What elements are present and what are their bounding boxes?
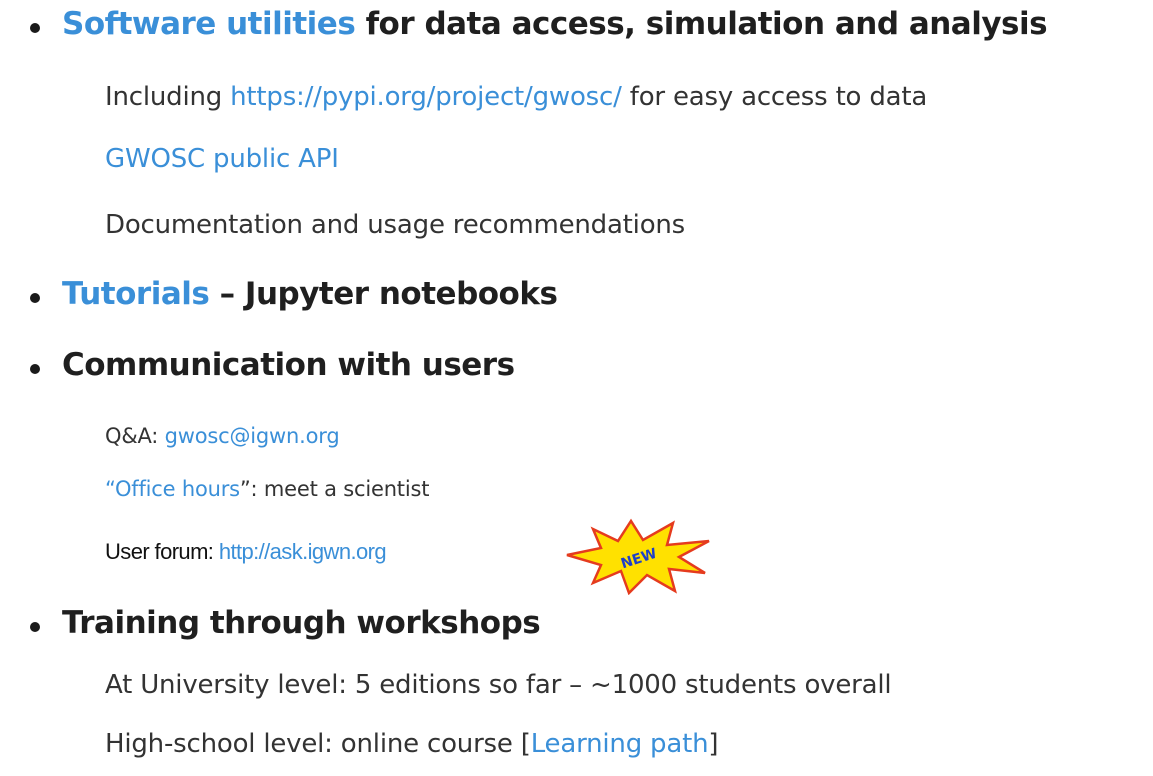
new-burst-icon: NEW: [566, 518, 710, 595]
pypi-gwosc-link[interactable]: https://pypi.org/project/gwosc/: [230, 82, 622, 112]
highschool-suffix: ]: [708, 729, 719, 759]
bullet-communication: Communication with users: [62, 347, 515, 383]
office-suffix: ”: meet a scientist: [239, 477, 430, 501]
including-prefix: Including: [105, 82, 231, 112]
slide: Software utilities for data access, simu…: [0, 0, 1153, 776]
bullet-training: Training through workshops: [62, 605, 541, 641]
bullet-dot: [30, 364, 40, 374]
sub-including: Including https://pypi.org/project/gwosc…: [105, 82, 927, 112]
sub-university: At University level: 5 editions so far –…: [105, 670, 892, 700]
bullet-tutorials-rest: – Jupyter notebooks: [209, 276, 558, 312]
including-suffix: for easy access to data: [621, 82, 928, 112]
university-text: At University level: 5 editions so far –…: [105, 670, 892, 700]
bullet-dot: [30, 622, 40, 632]
bullet-communication-text: Communication with users: [62, 347, 515, 383]
sub-api: GWOSC public API: [105, 144, 339, 174]
sub-forum: User forum: http://ask.igwn.org: [105, 539, 387, 565]
qa-prefix: Q&A:: [105, 424, 165, 448]
tutorials-link[interactable]: Tutorials: [62, 276, 210, 312]
qa-email-link[interactable]: gwosc@igwn.org: [165, 424, 340, 448]
bullet-dot: [30, 23, 40, 33]
learning-path-link[interactable]: Learning path: [531, 729, 709, 759]
forum-prefix: User forum:: [105, 539, 219, 564]
docs-text: Documentation and usage recommendations: [105, 210, 686, 240]
highschool-prefix: High-school level: online course [: [105, 729, 531, 759]
bullet-software: Software utilities for data access, simu…: [62, 6, 1048, 42]
bullet-software-rest: for data access, simulation and analysis: [355, 6, 1048, 42]
office-open-quote: “: [105, 477, 115, 501]
bullet-dot: [30, 293, 40, 303]
gwosc-api-link[interactable]: GWOSC public API: [105, 144, 339, 174]
bullet-training-text: Training through workshops: [62, 605, 541, 641]
software-utilities-link[interactable]: Software utilities: [62, 6, 356, 42]
sub-qa: Q&A: gwosc@igwn.org: [105, 424, 340, 448]
bullet-tutorials: Tutorials – Jupyter notebooks: [62, 276, 558, 312]
sub-office-hours: “Office hours”: meet a scientist: [105, 477, 429, 501]
office-hours-link[interactable]: Office hours: [115, 477, 240, 501]
forum-link[interactable]: http://ask.igwn.org: [219, 539, 387, 564]
sub-docs: Documentation and usage recommendations: [105, 210, 685, 240]
sub-highschool: High-school level: online course [Learni…: [105, 729, 719, 759]
